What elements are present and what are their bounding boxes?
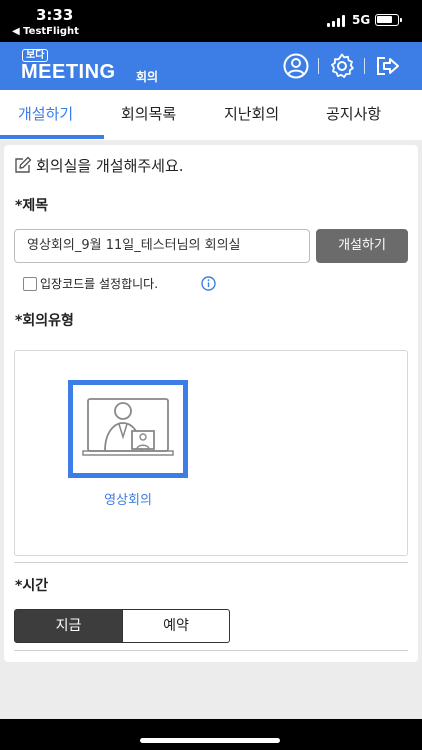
title-label: *제목 [15, 198, 49, 214]
tab-create[interactable]: 개설하기 [18, 103, 73, 124]
user-icon[interactable] [282, 52, 310, 80]
divider [14, 562, 408, 563]
tab-meeting-list[interactable]: 회의목록 [121, 103, 176, 124]
home-indicator[interactable] [140, 738, 280, 743]
logo-sub-text: 회의 [136, 70, 159, 84]
network-type: 5G [352, 13, 371, 27]
tab-past-meetings[interactable]: 지난회의 [224, 103, 279, 124]
card-heading: 회의실을 개설해주세요. [14, 155, 184, 176]
video-meeting-icon [82, 398, 174, 456]
app-header: 보다 MEETING 회의 [0, 42, 422, 90]
tab-bar: 개설하기 회의목록 지난회의 공지사항 [0, 90, 422, 140]
tab-notices[interactable]: 공지사항 [326, 103, 381, 124]
meeting-title-input[interactable]: 영상회의_9월 11일_테스터님의 회의실 [14, 229, 310, 263]
settings-gear-icon[interactable] [328, 52, 356, 80]
status-time: 3:33 [36, 6, 74, 24]
bottom-bar [0, 719, 422, 750]
back-to-app-link[interactable]: ◀ TestFlight [12, 26, 79, 37]
edit-icon [15, 156, 32, 173]
meeting-type-box: 영상회의 [14, 350, 408, 556]
header-separator [318, 58, 319, 74]
header-separator [364, 58, 365, 74]
meeting-type-label: *회의유형 [15, 313, 74, 329]
battery-icon [375, 14, 402, 26]
card-heading-text: 회의실을 개설해주세요. [36, 157, 184, 175]
info-icon[interactable] [201, 276, 216, 291]
time-reserve-button[interactable]: 예약 [122, 609, 230, 643]
divider [14, 650, 408, 651]
entry-code-checkbox[interactable] [23, 277, 37, 291]
entry-code-label[interactable]: 입장코드를 설정합니다. [40, 275, 158, 292]
video-meeting-option[interactable] [68, 380, 188, 478]
logout-icon[interactable] [373, 52, 401, 80]
create-meeting-button[interactable]: 개설하기 [316, 229, 408, 263]
active-tab-indicator [0, 135, 104, 139]
video-meeting-label[interactable]: 영상회의 [68, 489, 188, 508]
time-label: *시간 [15, 578, 49, 594]
signal-icon [327, 15, 347, 27]
status-bar: 3:33 ◀ TestFlight 5G [0, 0, 422, 42]
logo-main-text: MEETING [21, 61, 116, 83]
create-meeting-card: 회의실을 개설해주세요. *제목 영상회의_9월 11일_테스터님의 회의실 개… [4, 145, 418, 662]
time-now-button[interactable]: 지금 [14, 609, 123, 643]
